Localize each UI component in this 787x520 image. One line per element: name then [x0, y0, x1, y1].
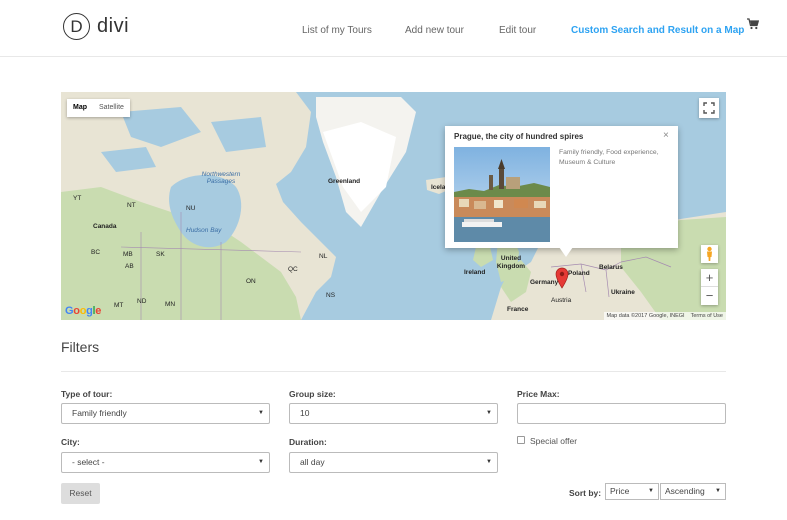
pegman-icon[interactable] [701, 245, 718, 263]
tour-map[interactable]: Map Satellite Greenland Icela Northweste… [61, 92, 726, 320]
chevron-down-icon: ▼ [258, 410, 264, 416]
filters-divider [61, 371, 726, 372]
close-icon[interactable]: × [663, 130, 669, 141]
zoom-control: + − [701, 269, 718, 305]
infowindow-tail [559, 247, 573, 257]
type-of-tour-label: Type of tour: [61, 389, 113, 399]
city-label: City: [61, 437, 80, 447]
map-label-ireland: Ireland [464, 269, 486, 276]
map-label-northwestern-passages: Northwestern Passages [201, 171, 241, 186]
type-of-tour-select[interactable]: Family friendly ▼ [61, 403, 270, 424]
map-label-greenland: Greenland [328, 178, 361, 185]
map-data-credit: Map data ©2017 Google, INEGI [606, 313, 685, 319]
map-label-nl: NL [319, 253, 328, 260]
site-header: D divi List of my Tours Add new tour Edi… [0, 0, 787, 57]
map-label-on: ON [246, 278, 256, 285]
map-label-belarus: Belarus [599, 264, 623, 271]
duration-label: Duration: [289, 437, 327, 447]
terms-of-use-link[interactable]: Terms of Use [691, 313, 723, 319]
type-of-tour-value: Family friendly [72, 408, 127, 418]
zoom-in-button[interactable]: + [701, 269, 718, 287]
map-label-united-kingdom: United Kingdom [496, 255, 526, 270]
map-type-satellite[interactable]: Satellite [93, 99, 130, 117]
duration-select[interactable]: all day ▼ [289, 452, 498, 473]
map-infowindow: Prague, the city of hundred spires × Fam… [445, 126, 678, 248]
map-marker-icon[interactable] [555, 267, 569, 289]
map-attribution: Map data ©2017 Google, INEGI Terms of Us… [603, 312, 726, 320]
map-label-mt: MT [114, 302, 124, 309]
infowindow-title[interactable]: Prague, the city of hundred spires [454, 132, 583, 141]
infowindow-description: Family friendly, Food experience, Museum… [559, 149, 659, 166]
map-label-nd: ND [137, 298, 147, 305]
cart-icon[interactable] [747, 18, 759, 30]
price-max-input[interactable] [517, 403, 726, 424]
filters-title: Filters [61, 339, 100, 355]
group-size-value: 10 [300, 408, 310, 418]
nav-add-tour[interactable]: Add new tour [405, 25, 464, 36]
map-label-ns: NS [326, 292, 336, 299]
map-label-qc: QC [288, 266, 298, 273]
reset-button[interactable]: Reset [61, 483, 100, 504]
group-size-label: Group size: [289, 389, 336, 399]
google-logo: Google [65, 305, 102, 317]
nav-list-tours[interactable]: List of my Tours [302, 25, 372, 36]
chevron-down-icon: ▼ [486, 459, 492, 465]
logo-mark: D [63, 13, 90, 40]
map-label-bc: BC [91, 249, 101, 256]
duration-value: all day [300, 457, 325, 467]
zoom-out-button[interactable]: − [701, 287, 718, 305]
map-label-hudson-bay: Hudson Bay [186, 227, 222, 234]
logo-text: divi [97, 15, 130, 37]
sort-order-select[interactable]: Ascending ▼ [660, 483, 726, 500]
map-label-germany: Germany [530, 279, 559, 286]
map-label-nt: NT [127, 202, 136, 209]
sort-order-value: Ascending [665, 486, 705, 496]
map-label-nu: NU [186, 205, 196, 212]
chevron-down-icon: ▼ [648, 488, 654, 494]
map-label-poland: Poland [568, 270, 590, 277]
map-label-ab: AB [125, 263, 134, 270]
group-size-select[interactable]: 10 ▼ [289, 403, 498, 424]
infowindow-photo[interactable] [454, 147, 550, 242]
city-select[interactable]: - select - ▼ [61, 452, 270, 473]
map-label-yt: YT [73, 195, 82, 202]
nav-edit-tour[interactable]: Edit tour [499, 25, 536, 36]
fullscreen-icon[interactable] [699, 98, 719, 118]
city-value: - select - [72, 457, 105, 467]
map-label-mn: MN [165, 301, 176, 308]
sort-field-select[interactable]: Price ▼ [605, 483, 659, 500]
special-offer-checkbox[interactable] [517, 436, 525, 444]
sort-by-label: Sort by: [569, 488, 602, 498]
site-logo[interactable]: D divi [63, 13, 129, 40]
map-label-austria: Austria [551, 297, 572, 304]
map-label-ukraine: Ukraine [611, 289, 635, 296]
special-offer-label[interactable]: Special offer [530, 436, 577, 446]
map-label-sk: SK [156, 251, 165, 258]
price-max-label: Price Max: [517, 389, 560, 399]
chevron-down-icon: ▼ [486, 410, 492, 416]
map-type-map[interactable]: Map [67, 99, 93, 117]
map-label-iceland: Icela [431, 184, 446, 191]
chevron-down-icon: ▼ [258, 459, 264, 465]
map-label-france: France [507, 306, 529, 313]
sort-field-value: Price [610, 486, 630, 496]
chevron-down-icon: ▼ [715, 488, 721, 494]
map-label-canada: Canada [93, 223, 117, 230]
map-label-mb: MB [123, 251, 133, 258]
nav-custom-search[interactable]: Custom Search and Result on a Map [571, 25, 744, 36]
map-type-control: Map Satellite [67, 99, 130, 117]
